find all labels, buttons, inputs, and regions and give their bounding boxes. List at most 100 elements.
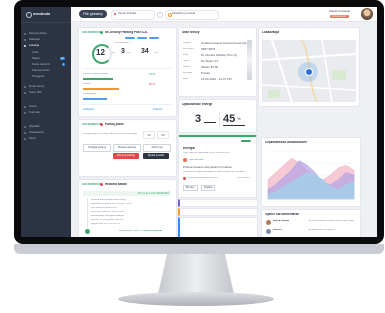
documents-icon bbox=[24, 86, 26, 88]
field-1[interactable]: 10 bbox=[143, 131, 155, 139]
history-title: Historia zadań bbox=[105, 183, 127, 186]
timeline-line bbox=[87, 198, 88, 228]
settings-icon bbox=[24, 132, 26, 134]
message-line-3: Inspekcja planowana 2016 bbox=[188, 177, 218, 179]
monitor-stand-base bbox=[118, 292, 274, 306]
expenses-icon bbox=[24, 126, 26, 128]
history-line: Kontrola systemu: 02.03.2020 bbox=[91, 211, 125, 213]
area-chart bbox=[267, 150, 355, 200]
gauge-big-unit: szt. bbox=[112, 52, 116, 54]
tasks-icon bbox=[24, 39, 26, 41]
logo-icon bbox=[26, 12, 32, 18]
restart-button[interactable]: Restart parkingu bbox=[113, 144, 141, 152]
sidebar-badge-4: 12 bbox=[60, 57, 65, 60]
comment-text: Na czas świetna robota, dobrze się czuję bbox=[308, 220, 354, 222]
field-2[interactable]: 26 bbox=[157, 131, 169, 139]
user-role-badge: Administrator bbox=[330, 15, 349, 18]
sidebar-divider bbox=[21, 22, 71, 23]
sidebar-item-10[interactable]: Konto bbox=[29, 105, 37, 108]
sidebar-subitem-4[interactable]: Mapa bbox=[32, 57, 40, 60]
state-card-title: Stan rzeczy bbox=[182, 31, 200, 34]
stat-2-value: 87% bbox=[149, 83, 156, 86]
stat-3-bar bbox=[83, 98, 107, 100]
monitor-stand-neck bbox=[158, 254, 234, 294]
chart-title: Częstotliwość doświadczeń bbox=[265, 141, 307, 144]
state-key: Nowy bbox=[183, 60, 190, 62]
state-value: Dr Ziemba Klefiasy Pan (4) bbox=[201, 54, 238, 57]
stat-3-label: Parkowanie bbox=[83, 93, 97, 95]
divider bbox=[82, 68, 172, 69]
top-bar: Filtr globalny Tamar Pilotka Zlokalizuj … bbox=[71, 7, 377, 22]
state-key: Wszystko bbox=[183, 48, 194, 50]
screen: swoboda Kierownictwo Zadania Lokacja Lis… bbox=[21, 7, 377, 237]
refresh-link[interactable]: Odśwież bbox=[83, 108, 95, 111]
global-filter-button[interactable]: Filtr globalny bbox=[79, 10, 107, 18]
alert-icon bbox=[183, 177, 186, 180]
state-value: Polska bbox=[201, 72, 211, 75]
sidebar-subitem-5[interactable]: Karta danych bbox=[32, 63, 50, 66]
history-code: GRUDZIEŃ II bbox=[82, 183, 101, 186]
sidebar: swoboda Kierownictwo Zadania Lokacja Lis… bbox=[21, 7, 71, 237]
stop-button[interactable]: Zatrzymaj bbox=[143, 144, 171, 152]
sidebar-subitem-6[interactable]: Kierownictwo bbox=[32, 69, 50, 72]
history-line: Naprawa czujnika, 12.03.2020 - PMS bbox=[91, 203, 133, 205]
stat-2-label: Miejsca bbox=[83, 83, 92, 85]
home-icon bbox=[24, 33, 26, 35]
key-icon bbox=[24, 138, 26, 140]
comments-title: Opinie lub komentarze bbox=[265, 213, 300, 216]
collapsed-card[interactable] bbox=[178, 199, 258, 207]
status-icon bbox=[100, 183, 103, 186]
map-pin-icon[interactable] bbox=[305, 68, 313, 76]
avatar[interactable] bbox=[361, 8, 373, 20]
send-button[interactable]: Wysłał produkt bbox=[143, 153, 169, 159]
gauge-right-value: 34 bbox=[141, 48, 149, 55]
history-line: Aktualizacja oprogramowania bbox=[91, 215, 124, 217]
sidebar-item-14[interactable]: Klucz bbox=[29, 137, 36, 140]
state-value: Miasto 66 56 bbox=[201, 66, 219, 69]
collapsed-card[interactable] bbox=[178, 208, 258, 216]
check-icon bbox=[85, 229, 90, 234]
view-link[interactable]: Zobacz bbox=[153, 108, 163, 111]
sidebar-subitem-7[interactable]: Przyjęcia bbox=[32, 75, 44, 78]
message-tag-1[interactable]: Zapłata bbox=[201, 185, 216, 191]
sidebar-item-13[interactable]: Ustawienia bbox=[29, 131, 44, 134]
tag bbox=[125, 37, 135, 39]
avatar bbox=[183, 158, 187, 162]
logo-text: swoboda bbox=[33, 12, 51, 16]
underline bbox=[223, 125, 245, 126]
gauge-mid-unit: szt. bbox=[127, 52, 131, 54]
sidebar-item-8[interactable]: Dokumenty bbox=[29, 85, 44, 88]
parking-card-title: Ile Zielony Parking Pasi S.A. bbox=[105, 31, 148, 34]
sidebar-subitem-3[interactable]: Lista bbox=[32, 51, 38, 54]
collapsed-card[interactable] bbox=[178, 217, 258, 237]
location-icon bbox=[24, 45, 26, 47]
sidebar-item-12[interactable]: Wydatki bbox=[29, 125, 40, 128]
tag bbox=[137, 37, 147, 39]
message-card: Energia Imię: dwa do piłowanie KPW:453 E… bbox=[178, 135, 257, 198]
message-subtitle: Imię: dwa do piłowanie KPW:453 EFR:876 bbox=[183, 152, 231, 154]
message-link[interactable]: Kierownictwo bbox=[189, 159, 204, 162]
sidebar-item-0[interactable]: Kierownictwo bbox=[29, 32, 47, 35]
sidebar-item-11[interactable]: Formaty bbox=[29, 111, 40, 114]
gauge-mid-value: 3 bbox=[121, 48, 125, 55]
state-key: Opis bbox=[183, 54, 189, 56]
history-top-status: DO 12:11 14:30 GRUDZIEŃ bbox=[83, 191, 171, 196]
reset-button[interactable]: Wyzeruj parking bbox=[113, 153, 139, 159]
message-line-1: Podsumowanie wszystkich formatów bbox=[183, 166, 232, 169]
state-key: Miasto bbox=[183, 66, 191, 68]
sidebar-item-2[interactable]: Lokacja bbox=[29, 44, 39, 47]
state-key: Wysłany bbox=[183, 72, 193, 74]
message-tag-0[interactable]: Bieżący bbox=[183, 185, 198, 191]
history-line: Serwis: 10 komputer, Bieżnia bbox=[91, 219, 124, 221]
sidebar-item-9[interactable]: Karty IFD bbox=[29, 91, 42, 94]
sidebar-item-1[interactable]: Zadania bbox=[29, 38, 40, 41]
message-line-2: Dokumenty zaakceptowane w wielu dniach d… bbox=[183, 171, 246, 173]
state-value: Grabka Kolejna Szeroki Kanał Sprz 2 bbox=[201, 42, 249, 45]
map-view[interactable] bbox=[261, 39, 357, 103]
preview-button[interactable]: Podgląd parking bbox=[83, 144, 111, 152]
stat-1-value: 67% bbox=[149, 73, 156, 76]
filter-chip-1-label: Tamar Pilotka bbox=[118, 12, 137, 15]
energy-left-value: 3 bbox=[195, 114, 202, 125]
parking-card: GRUDZIEŃ II Ile Zielony Parking Pasi S.A… bbox=[78, 27, 177, 117]
divider bbox=[82, 104, 172, 105]
